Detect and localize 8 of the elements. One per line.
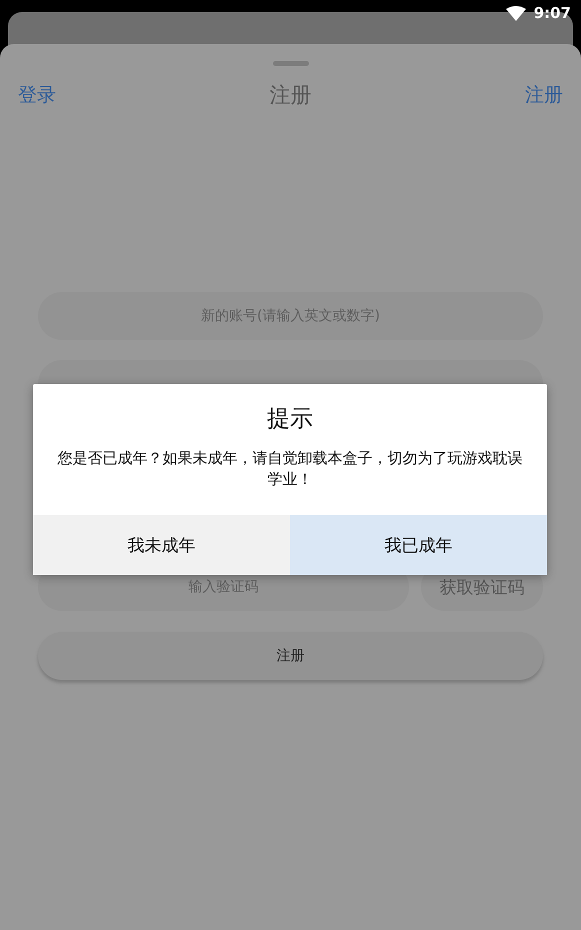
dialog-button[interactable]: 我已成年 (290, 515, 547, 575)
drag-handle[interactable] (272, 61, 308, 66)
dialog-button[interactable]: 我未成年 (33, 515, 290, 575)
page-title: 注册 (270, 82, 312, 109)
wifi-icon (506, 6, 526, 20)
dialog-title: 提示 (266, 405, 314, 434)
register-button[interactable]: 注册 (38, 632, 543, 680)
dialog-message: 您是否已成年？如果未成年，请自觉卸载本盒子，切勿为了玩游戏耽误学业！ (56, 448, 524, 490)
